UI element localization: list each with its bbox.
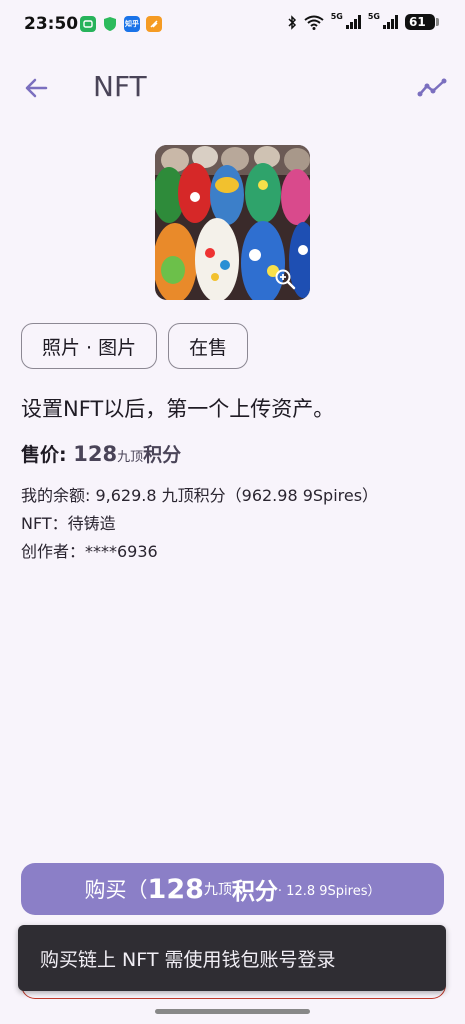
buy-suffix: · 12.8 9Spires）: [277, 883, 381, 899]
buy-unit-small: 九顶: [203, 882, 232, 898]
price-row: 售价: 128九顶积分: [21, 440, 181, 467]
system-icons: 5G 5G 61: [287, 11, 439, 30]
battery-level: 61: [409, 15, 426, 29]
price-unit-big: 积分: [143, 444, 182, 466]
chip-category[interactable]: 照片 · 图片: [21, 323, 158, 369]
zhihu-icon: 知乎: [124, 16, 140, 32]
buy-button[interactable]: 购买（ 128 九顶 积分 · 12.8 9Spires）: [21, 863, 444, 915]
buy-unit-big: 积分: [231, 879, 278, 905]
status-bar: 23:50 知乎 5G 5G 61: [0, 0, 465, 52]
asset-description: 设置NFT以后，第一个上传资产。: [21, 397, 335, 421]
orange-app-icon: [146, 16, 162, 32]
nft-asset-image[interactable]: [155, 145, 310, 300]
home-indicator[interactable]: [155, 1009, 310, 1014]
price-label: 售价:: [21, 444, 74, 466]
wifi-icon: [304, 15, 324, 30]
status-time: 23:50: [24, 14, 79, 34]
signal-icon-2: [383, 15, 398, 29]
network-label-2: 5G: [367, 11, 380, 21]
zoom-in-icon[interactable]: [274, 268, 296, 290]
buy-prefix: 购买（: [84, 878, 148, 902]
snackbar: 购买链上 NFT 需使用钱包账号登录: [18, 925, 446, 991]
signal-icon: [345, 15, 361, 29]
tag-chips: 照片 · 图片 在售: [21, 323, 249, 369]
buy-amount: 128: [147, 873, 204, 905]
price-amount: 128: [73, 442, 118, 466]
mi-icon: [80, 16, 96, 32]
price-unit-small: 九顶: [117, 450, 144, 465]
bluetooth-icon: [288, 14, 296, 30]
battery-icon: 61: [405, 14, 439, 30]
shield-icon: [102, 16, 118, 32]
balance-text: 我的余额: 9,629.8 九顶积分（962.98 9Spires）: [21, 486, 379, 505]
snackbar-message: 购买链上 NFT 需使用钱包账号登录: [40, 948, 336, 971]
creator-text: 创作者：****6936: [21, 542, 158, 561]
page-title: NFT: [93, 70, 147, 103]
arrow-left-icon[interactable]: [22, 74, 50, 102]
nft-status-text: NFT：待铸造: [21, 514, 116, 533]
app-bar: NFT: [0, 60, 465, 116]
notification-icons: 知乎: [80, 16, 162, 32]
chip-status[interactable]: 在售: [168, 323, 249, 369]
trend-line-icon[interactable]: [417, 74, 447, 102]
network-label-1: 5G: [330, 11, 343, 21]
